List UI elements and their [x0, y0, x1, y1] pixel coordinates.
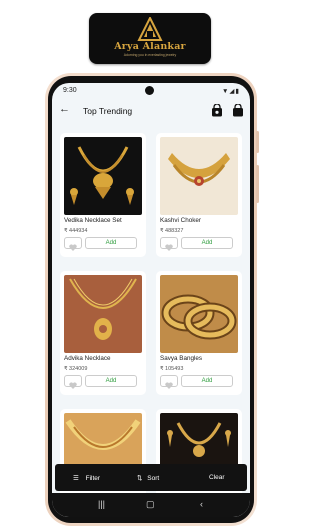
- app-bar: ← Top Trending: [52, 101, 250, 125]
- wishlist-button[interactable]: [64, 237, 82, 251]
- add-to-cart-button[interactable]: Add: [85, 237, 137, 249]
- status-time: 9:30: [63, 87, 77, 94]
- wishlist-button[interactable]: [160, 375, 178, 389]
- product-card[interactable]: Kashvi Choker ₹ 488327 Add: [156, 133, 242, 257]
- sort-button[interactable]: ⇅ Sort: [137, 474, 159, 482]
- product-image[interactable]: [160, 137, 238, 215]
- add-to-cart-button[interactable]: Add: [181, 237, 233, 249]
- system-nav-bar: ||| ▢ ‹: [52, 493, 250, 517]
- product-image[interactable]: [64, 275, 142, 353]
- sort-icon: ⇅: [137, 475, 143, 482]
- product-card[interactable]: Advika Necklace ₹ 324009 Add: [60, 271, 146, 395]
- back-arrow-icon[interactable]: ←: [59, 103, 70, 115]
- phone-side-button: [256, 165, 259, 203]
- brand-logo: Arya Alankar Adorning you in everlasting…: [89, 13, 211, 64]
- front-camera: [145, 86, 154, 95]
- add-to-cart-button[interactable]: Add: [85, 375, 137, 387]
- product-card[interactable]: Vedika Necklace Set ₹ 444934 Add: [60, 133, 146, 257]
- bangles-image: [161, 294, 237, 340]
- shopping-bag-icon[interactable]: [211, 104, 223, 117]
- wishlist-button[interactable]: [160, 237, 178, 251]
- filter-label: Filter: [85, 475, 101, 482]
- brand-tagline: Adorning you in everlasting jewelry: [123, 53, 177, 57]
- product-price: ₹ 444934: [64, 228, 88, 234]
- product-name: Vedika Necklace Set: [64, 217, 122, 224]
- app-screen: 9:30 ▼◢▮ ← Top Trending Vedika Necklace …: [52, 83, 250, 517]
- home-icon[interactable]: ▢: [146, 499, 155, 510]
- choker-image: [168, 153, 230, 186]
- heart-icon: [165, 244, 173, 251]
- filter-icon: ☰: [73, 475, 79, 482]
- product-price: ₹ 488327: [160, 228, 184, 234]
- clear-button[interactable]: Clear: [209, 474, 225, 481]
- brand-name: Arya Alankar: [114, 41, 186, 52]
- necklace-image: [69, 278, 137, 340]
- sort-label: Sort: [147, 475, 160, 482]
- status-bar: 9:30 ▼◢▮: [52, 83, 250, 99]
- product-price: ₹ 105493: [160, 366, 184, 372]
- phone-side-button: [256, 131, 259, 153]
- filter-button[interactable]: ☰ Filter: [73, 474, 100, 482]
- product-image[interactable]: [64, 137, 142, 215]
- heart-icon: [69, 382, 77, 389]
- filter-sort-bar: ☰ Filter ⇅ Sort Clear: [55, 464, 247, 491]
- product-card[interactable]: Savya Bangles ₹ 105493 Add: [156, 271, 242, 395]
- product-name: Advika Necklace: [64, 355, 111, 362]
- recent-apps-icon[interactable]: |||: [98, 499, 105, 509]
- product-name: Savya Bangles: [160, 355, 203, 362]
- wishlist-button[interactable]: [64, 375, 82, 389]
- cart-bag-icon[interactable]: [232, 104, 244, 117]
- temple-logo-icon: [137, 17, 163, 41]
- add-to-cart-button[interactable]: Add: [181, 375, 233, 387]
- page-title: Top Trending: [83, 106, 133, 116]
- product-price: ₹ 324009: [64, 366, 88, 372]
- back-icon[interactable]: ‹: [200, 499, 203, 509]
- product-name: Kashvi Choker: [160, 217, 201, 224]
- product-image[interactable]: [160, 275, 238, 353]
- status-icons: ▼◢▮: [221, 88, 240, 95]
- heart-icon: [165, 382, 173, 389]
- heart-icon: [69, 244, 77, 251]
- necklace-set-image: [70, 146, 134, 205]
